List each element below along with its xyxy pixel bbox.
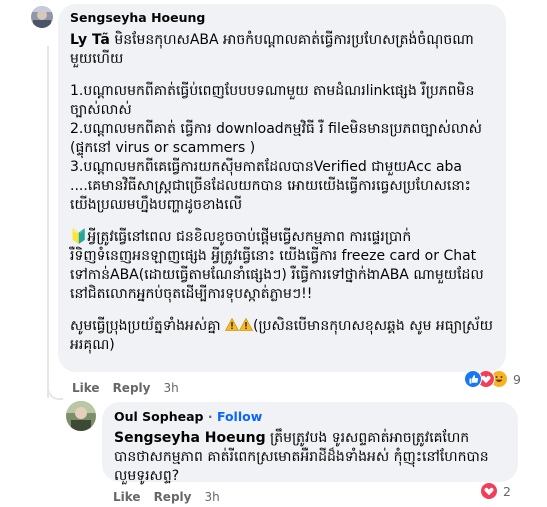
reaction-count: 2	[503, 483, 511, 499]
reaction-summary[interactable]: 2	[480, 482, 511, 500]
reaction-count: 9	[513, 371, 521, 387]
closing-main: សូមធ្វើប្រុងប្រយ័ត្នទាំងអស់គ្នា	[70, 318, 221, 334]
intro-text: មិនមែនកុហសABA អាចកំបណ្តាលគាត់ធ្វើការប្រហ…	[70, 32, 474, 67]
comment-bubble: Oul Sopheap · Follow Sengseyha Hoeung ត្…	[102, 402, 518, 484]
comment-timestamp[interactable]: 3h	[204, 490, 219, 504]
separator-dot: ·	[207, 409, 213, 424]
comment-bubble: Sengseyha Hoeung Ly Tã មិនមែនកុហសABA អាច…	[58, 4, 506, 372]
comment-actions: Like Reply 3h	[72, 381, 179, 395]
comment-author-line: Oul Sopheap · Follow	[114, 409, 506, 425]
thread-line	[47, 46, 49, 398]
comment-text: Sengseyha Hoeung ត្រឹមត្រូវបង ទូរសព្ទគាត…	[114, 429, 506, 486]
point-2: 2.បណ្តាលមកពីគាត់ ធ្វើការ downloadកម្មវិធ…	[70, 121, 483, 156]
comment-intro: Ly Tã មិនមែនកុហសABA អាចកំបណ្តាលគាត់ធ្វើក…	[70, 31, 494, 69]
like-button[interactable]: Like	[72, 381, 100, 395]
like-reaction-icon	[464, 370, 482, 388]
mention-link[interactable]: Sengseyha Hoeung	[114, 430, 266, 446]
avatar[interactable]	[66, 401, 96, 431]
comment-author[interactable]: Oul Sopheap	[114, 409, 203, 424]
warning-icon	[224, 318, 239, 331]
closing-text: សូមធ្វើប្រុងប្រយ័ត្នទាំងអស់គ្នា (ប្រសិនប…	[70, 317, 494, 355]
love-reaction-icon	[480, 482, 498, 500]
reply-button[interactable]: Reply	[154, 490, 192, 504]
advice-text: 🔰អ្វីត្រូវធ្វើនៅពេល ជនខិលខូចចាប់ផ្តើមធ្វ…	[70, 229, 484, 302]
comment-actions: Like Reply 3h	[113, 490, 220, 504]
comment-author[interactable]: Sengseyha Hoeung	[70, 10, 494, 26]
reaction-summary[interactable]: 9	[464, 370, 521, 388]
mention-link[interactable]: Ly Tã	[70, 32, 110, 48]
follow-button[interactable]: Follow	[217, 409, 262, 424]
comment-text: Ly Tã មិនមែនកុហសABA អាចកំបណ្តាលគាត់ធ្វើក…	[70, 31, 494, 355]
reply-button[interactable]: Reply	[113, 381, 151, 395]
comment-timestamp[interactable]: 3h	[163, 381, 178, 395]
warning-icon	[238, 318, 253, 331]
point-3: 3.បណ្តាលមកពីគេធ្វើការយកស៊ីមកាតដែលបានVeri…	[70, 159, 471, 213]
like-button[interactable]: Like	[113, 490, 141, 504]
point-1: 1.បណ្តាលមកពីគាត់ធ្វើប់ពេញបែបបទណាមួយ តាមដ…	[70, 83, 475, 118]
avatar[interactable]	[31, 6, 53, 28]
thread-connector	[47, 378, 63, 400]
